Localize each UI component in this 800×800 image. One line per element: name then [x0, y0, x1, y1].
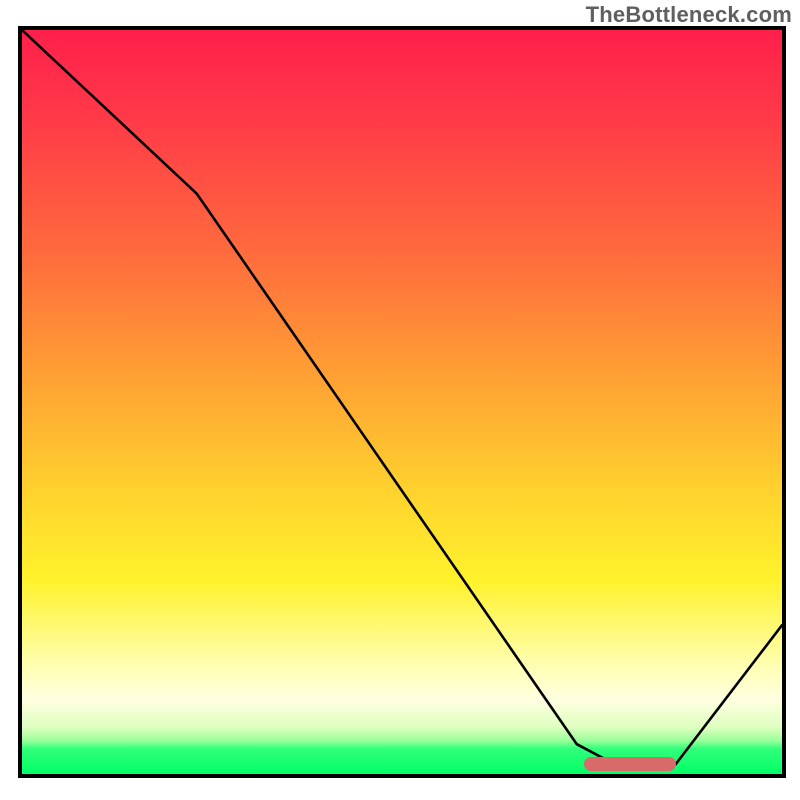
optimal-range-marker — [584, 757, 675, 771]
plot-area — [18, 26, 786, 778]
bottleneck-curve — [22, 30, 782, 774]
watermark-text: TheBottleneck.com — [586, 2, 792, 28]
curve-path — [22, 30, 782, 764]
chart-container: TheBottleneck.com — [0, 0, 800, 800]
